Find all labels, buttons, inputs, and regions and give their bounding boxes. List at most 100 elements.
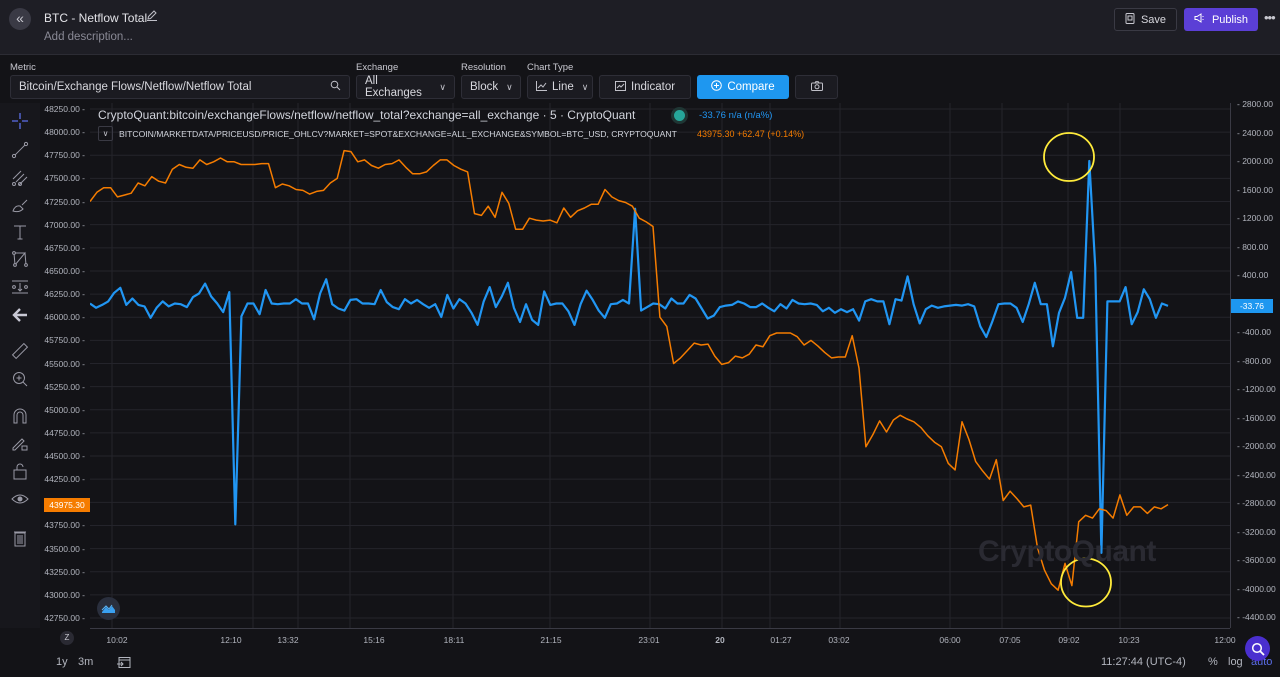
- cryptoquant-watermark: CryptoQuant: [978, 535, 1156, 568]
- netflow-axis-tick: - -2000.00: [1237, 441, 1276, 451]
- ruler-icon[interactable]: [9, 340, 31, 362]
- exchange-select[interactable]: All Exchanges ∨: [356, 75, 455, 99]
- collapse-back-button[interactable]: «: [9, 8, 31, 30]
- line-chart-icon: [536, 80, 547, 94]
- save-file-icon: [1125, 12, 1135, 27]
- chevron-down-icon: ∨: [439, 81, 446, 92]
- text-tool-icon[interactable]: [9, 221, 31, 243]
- netflow-axis-tick: - 1600.00: [1237, 184, 1273, 195]
- resolution-select[interactable]: Block ∨: [461, 75, 521, 99]
- time-axis-tick: 23:01: [638, 635, 660, 645]
- indicator-chart-icon: [614, 80, 626, 94]
- price-legend-title: BITCOIN/MARKETDATA/PRICEUSD/PRICE_OHLCV?…: [119, 129, 677, 139]
- header: « BTC - Netflow Total Add description...…: [0, 0, 1280, 55]
- netflow-axis-tick: - -2800.00: [1237, 498, 1276, 508]
- netflow-axis-tick: - -3200.00: [1237, 526, 1276, 537]
- chart-type-select[interactable]: Line ∨: [527, 75, 593, 99]
- drawing-tools-sidebar: [0, 103, 40, 628]
- price-axis-tick: 47000.00 -: [44, 219, 85, 230]
- metric-value: Bitcoin/Exchange Flows/Netflow/Netflow T…: [19, 81, 252, 93]
- time-axis-tick: 09:02: [1058, 635, 1080, 645]
- indicator-label: Indicator: [630, 81, 676, 93]
- netflow-series-line: [90, 159, 1169, 554]
- time-axis-tick: 10:23: [1118, 635, 1140, 645]
- time-axis-tick: 18:11: [443, 635, 465, 645]
- price-axis-tick: 46500.00 -: [44, 265, 85, 276]
- time-axis-tick: 07:05: [999, 635, 1021, 645]
- netflow-axis-tick: - -1200.00: [1237, 384, 1276, 394]
- time-axis-tick: 15:16: [363, 635, 385, 645]
- save-button[interactable]: Save: [1114, 8, 1177, 31]
- measure-range-tool-icon[interactable]: [9, 276, 31, 298]
- fib-tool-icon[interactable]: [9, 167, 31, 189]
- price-axis-tick: 42750.00 -: [44, 613, 85, 623]
- compare-label: Compare: [727, 81, 775, 93]
- chart-type-label: Chart Type: [527, 62, 574, 73]
- zoom-in-icon[interactable]: [9, 368, 31, 390]
- page-title[interactable]: BTC - Netflow Total: [44, 11, 147, 25]
- time-axis-tick: 01:27: [770, 635, 792, 645]
- cryptoquant-logo-icon[interactable]: [97, 597, 120, 620]
- compare-button[interactable]: Compare: [697, 75, 789, 99]
- time-axis-tick: 21:15: [540, 635, 562, 645]
- netflow-legend-value: -33.76 n/a (n/a%): [699, 110, 773, 121]
- price-axis-tick: 45250.00 -: [44, 381, 85, 392]
- netflow-axis-tick: - -400.00: [1237, 327, 1272, 337]
- price-last-value-badge: 43975.30: [44, 497, 90, 512]
- description-input[interactable]: Add description...: [44, 31, 133, 43]
- netflow-axis-tick: - -3600.00: [1237, 555, 1276, 565]
- price-axis-tick: 46750.00 -: [44, 242, 85, 253]
- price-axis-tick: 43500.00 -: [44, 543, 85, 554]
- clock-timezone[interactable]: 11:27:44 (UTC-4): [1101, 656, 1186, 668]
- netflow-axis[interactable]: - 2800.00 - 2400.00 - 2000.00 - 1600.00 - 12…: [1230, 99, 1280, 628]
- more-options-button[interactable]: •••: [1264, 10, 1276, 25]
- metric-search-input[interactable]: Bitcoin/Exchange Flows/Netflow/Netflow T…: [10, 75, 350, 99]
- lock-drawings-icon[interactable]: [9, 432, 31, 454]
- publish-label: Publish: [1211, 13, 1249, 26]
- bottom-bar: [0, 648, 1280, 677]
- netflow-axis-tick: - 800.00: [1237, 241, 1269, 252]
- magnet-icon[interactable]: [9, 405, 31, 427]
- publish-button[interactable]: Publish: [1184, 8, 1258, 31]
- save-label: Save: [1140, 13, 1167, 26]
- price-series-line: [90, 149, 1169, 591]
- log-scale-toggle[interactable]: log: [1228, 656, 1243, 668]
- price-axis-tick: 47500.00 -: [44, 173, 85, 184]
- series-status-dot-icon: [674, 110, 685, 121]
- crosshair-tool-icon[interactable]: [9, 110, 31, 132]
- pencil-edit-icon[interactable]: [146, 9, 158, 24]
- range-3m-button[interactable]: 3m: [78, 656, 93, 668]
- screenshot-button[interactable]: [795, 75, 838, 99]
- time-axis-tick: 20: [715, 635, 725, 645]
- collapse-legend-chevron-icon[interactable]: ∨: [98, 126, 113, 141]
- resolution-label: Resolution: [461, 62, 506, 73]
- zoom-search-fab[interactable]: [1245, 636, 1270, 661]
- trash-icon[interactable]: [9, 527, 31, 549]
- brush-tool-icon[interactable]: [9, 194, 31, 216]
- range-1y-button[interactable]: 1y: [56, 656, 68, 668]
- eye-visibility-icon[interactable]: [9, 488, 31, 510]
- arrow-left-icon[interactable]: [9, 304, 31, 326]
- time-axis-tick: 12:10: [220, 635, 242, 645]
- netflow-axis-tick: - -2400.00: [1237, 469, 1276, 480]
- price-axis[interactable]: 48250.00 - 48000.00 - 47750.00 - 47500.00 -…: [42, 103, 90, 628]
- exchange-value: All Exchanges: [365, 75, 422, 99]
- indicator-button[interactable]: Indicator: [599, 75, 691, 99]
- netflow-axis-tick: - 400.00: [1237, 270, 1269, 280]
- price-axis-tick: 46000.00 -: [44, 312, 85, 323]
- go-to-date-icon[interactable]: [117, 656, 131, 672]
- price-axis-tick: 48250.00 -: [44, 104, 85, 114]
- price-axis-tick: 45500.00 -: [44, 358, 85, 369]
- pattern-tool-icon[interactable]: [9, 248, 31, 270]
- time-axis-tick: 13:32: [277, 635, 299, 645]
- price-axis-tick: 43750.00 -: [44, 520, 85, 531]
- percent-scale-toggle[interactable]: %: [1208, 656, 1218, 668]
- trend-line-tool-icon[interactable]: [9, 139, 31, 161]
- price-axis-tick: 48000.00 -: [44, 127, 85, 138]
- chart-type-value: Line: [552, 81, 574, 93]
- camera-icon: [810, 80, 823, 94]
- zoom-reset-button[interactable]: Z: [60, 631, 74, 645]
- time-axis-tick: 03:02: [828, 635, 850, 645]
- time-axis[interactable]: 10:02 12:10 13:32 15:16 18:11 21:15 23:01 20 01:…: [90, 628, 1236, 648]
- unlock-icon[interactable]: [9, 460, 31, 482]
